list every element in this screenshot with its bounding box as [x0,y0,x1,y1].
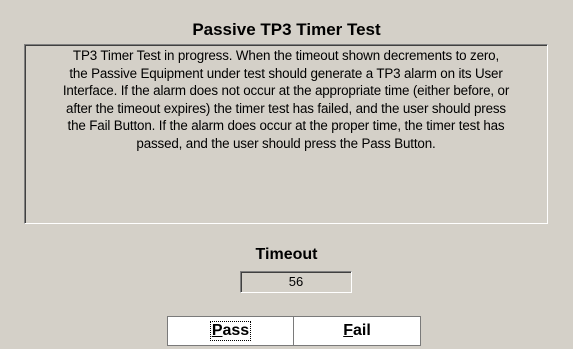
fail-button-label-rest: ail [352,322,371,339]
timeout-label: Timeout [255,246,318,263]
pass-button-label: Pass [209,321,252,341]
timeout-value-field: 56 [240,271,352,293]
fail-button-label: Fail [343,317,371,344]
description-panel: TP3 Timer Test in progress. When the tim… [24,44,548,224]
description-text: TP3 Timer Test in progress. When the tim… [62,48,510,151]
fail-button-accelerator: F [343,322,353,339]
pass-button[interactable]: Pass [167,316,294,346]
pass-button-accelerator: P [211,322,223,339]
fail-button[interactable]: Fail [293,316,421,346]
dialog-window: Passive TP3 Timer Test TP3 Timer Test in… [0,0,573,349]
dialog-title: Passive TP3 Timer Test [192,20,381,39]
pass-button-label-rest: ass [222,322,250,339]
